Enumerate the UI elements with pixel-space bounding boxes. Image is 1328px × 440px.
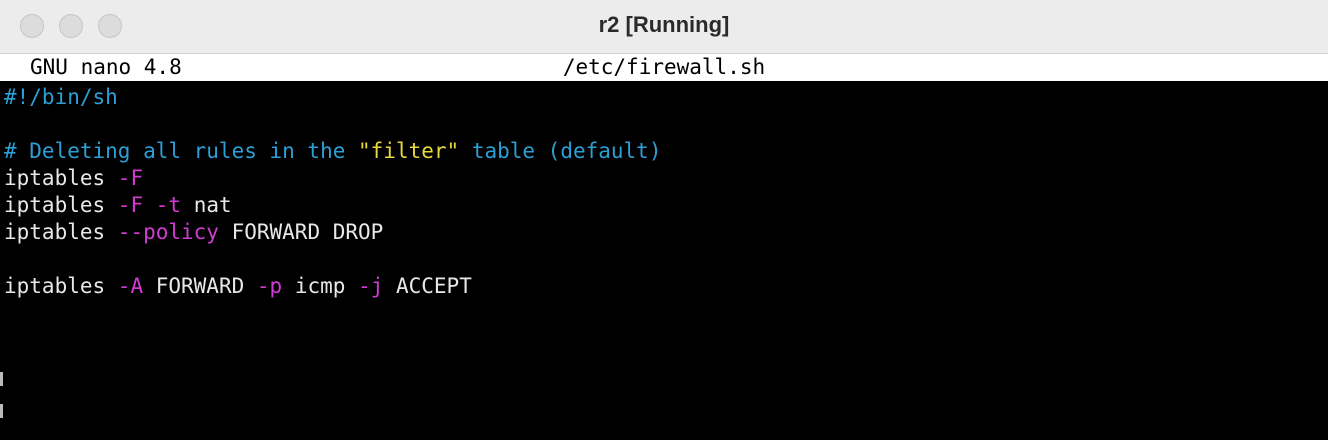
edge-artifact [0, 404, 3, 418]
window-titlebar[interactable]: r2 [Running] [0, 0, 1328, 54]
comment-text-end: table (default) [459, 139, 662, 163]
argument: nat [181, 193, 232, 217]
editor-line-8: iptables -A FORWARD -p icmp -j ACCEPT [0, 273, 1328, 300]
option-flag: -A [117, 274, 144, 298]
option-flag: --policy [117, 220, 219, 244]
editor-line-5: iptables -F -t nat [0, 192, 1328, 219]
comment-string: "filter" [358, 139, 460, 163]
option-flag: -t [155, 193, 182, 217]
editor-line-4: iptables -F [0, 165, 1328, 192]
command: iptables [4, 220, 118, 244]
command: iptables [4, 274, 118, 298]
option-flag: -p [256, 274, 283, 298]
editor-line-7 [0, 246, 1328, 273]
editor-text-area[interactable]: #!/bin/sh # Deleting all rules in the "f… [0, 84, 1328, 440]
edge-artifact [0, 372, 3, 386]
option-flag: -F [117, 193, 144, 217]
window-title: r2 [Running] [598, 12, 730, 37]
separator [143, 193, 156, 217]
comment-text: # Deleting all rules in the [4, 139, 359, 163]
argument: ACCEPT [383, 274, 472, 298]
editor-line-2 [0, 111, 1328, 138]
command: iptables [4, 166, 118, 190]
argument: FORWARD DROP [218, 220, 384, 244]
editor-line-3: # Deleting all rules in the "filter" tab… [0, 138, 1328, 165]
argument: FORWARD [143, 274, 257, 298]
nano-header-bar: GNU nano 4.8 /etc/firewall.sh [0, 54, 1328, 81]
vm-window: r2 [Running] GNU nano 4.8 /etc/firewall.… [0, 0, 1328, 440]
option-flag: -F [117, 166, 144, 190]
command: iptables [4, 193, 118, 217]
nano-filename-label: /etc/firewall.sh [562, 55, 766, 79]
editor-line-6: iptables --policy FORWARD DROP [0, 219, 1328, 246]
shebang: #!/bin/sh [4, 85, 118, 109]
editor-line-1: #!/bin/sh [0, 84, 1328, 111]
option-flag: -j [358, 274, 384, 298]
argument: icmp [282, 274, 359, 298]
